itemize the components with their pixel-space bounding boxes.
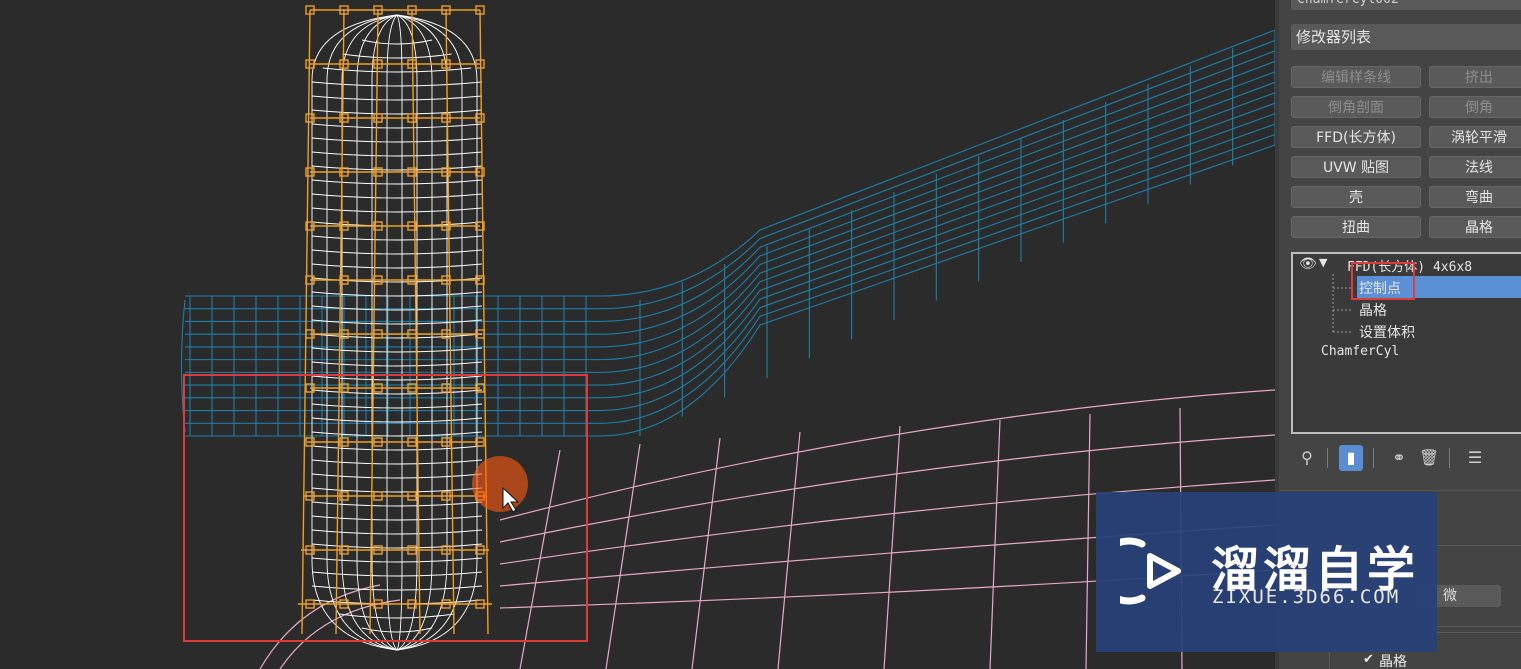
cursor-highlight bbox=[472, 456, 528, 512]
make-unique-icon[interactable]: ⚭ bbox=[1387, 445, 1411, 471]
modifier-button-twist[interactable]: 扭曲 bbox=[1291, 216, 1421, 238]
watermark: 溜溜自学 ZIXUE.3D66.COM bbox=[1096, 492, 1437, 652]
modifier-button-shell[interactable]: 壳 bbox=[1291, 186, 1421, 208]
object-name-field[interactable]: ChamferCyl002 bbox=[1291, 0, 1521, 10]
modifier-button-normal[interactable]: 法线 bbox=[1429, 156, 1521, 178]
modifier-button-uvw-map[interactable]: UVW 贴图 bbox=[1291, 156, 1421, 178]
modifier-button-lattice[interactable]: 晶格 bbox=[1429, 216, 1521, 238]
separator bbox=[1327, 448, 1328, 468]
modifier-button-turbosmooth[interactable]: 涡轮平滑 bbox=[1429, 126, 1521, 148]
modifier-list-dropdown[interactable]: 修改器列表 bbox=[1291, 24, 1521, 50]
eye-icon[interactable]: 👁 bbox=[1299, 256, 1317, 272]
watermark-url: ZIXUE.3D66.COM bbox=[1212, 586, 1401, 608]
modifier-button-bevel-profile[interactable]: 倒角剖面 bbox=[1291, 96, 1421, 118]
pin-icon[interactable]: ⚲ bbox=[1295, 445, 1319, 471]
modifier-button-edit-spline[interactable]: 编辑样条线 bbox=[1291, 66, 1421, 88]
remove-modifier-icon[interactable]: 🗑 bbox=[1417, 445, 1441, 471]
separator bbox=[1373, 448, 1374, 468]
modifier-button-extrude[interactable]: 挤出 bbox=[1429, 66, 1521, 88]
control-points-highlight-box bbox=[1351, 262, 1415, 300]
play-logo-icon bbox=[1120, 537, 1181, 605]
lattice-checkbox-label: 晶格 bbox=[1379, 654, 1407, 669]
app-window: ChamferCyl002 修改器列表 编辑样条线 挤出 倒角剖面 倒角 FFD… bbox=[0, 0, 1521, 669]
divider bbox=[1279, 490, 1521, 491]
separator bbox=[1449, 448, 1450, 468]
show-end-result-icon[interactable]: ▮ bbox=[1339, 445, 1363, 471]
configure-sets-icon[interactable]: ☰ bbox=[1463, 445, 1487, 471]
expand-triangle-icon[interactable]: ▼ bbox=[1319, 256, 1327, 269]
modifier-button-bend[interactable]: 弯曲 bbox=[1429, 186, 1521, 208]
modifier-button-bevel[interactable]: 倒角 bbox=[1429, 96, 1521, 118]
modifier-button-ffd-box[interactable]: FFD(长方体) bbox=[1291, 126, 1421, 148]
checkbox-icon[interactable]: ✔ bbox=[1363, 652, 1374, 667]
